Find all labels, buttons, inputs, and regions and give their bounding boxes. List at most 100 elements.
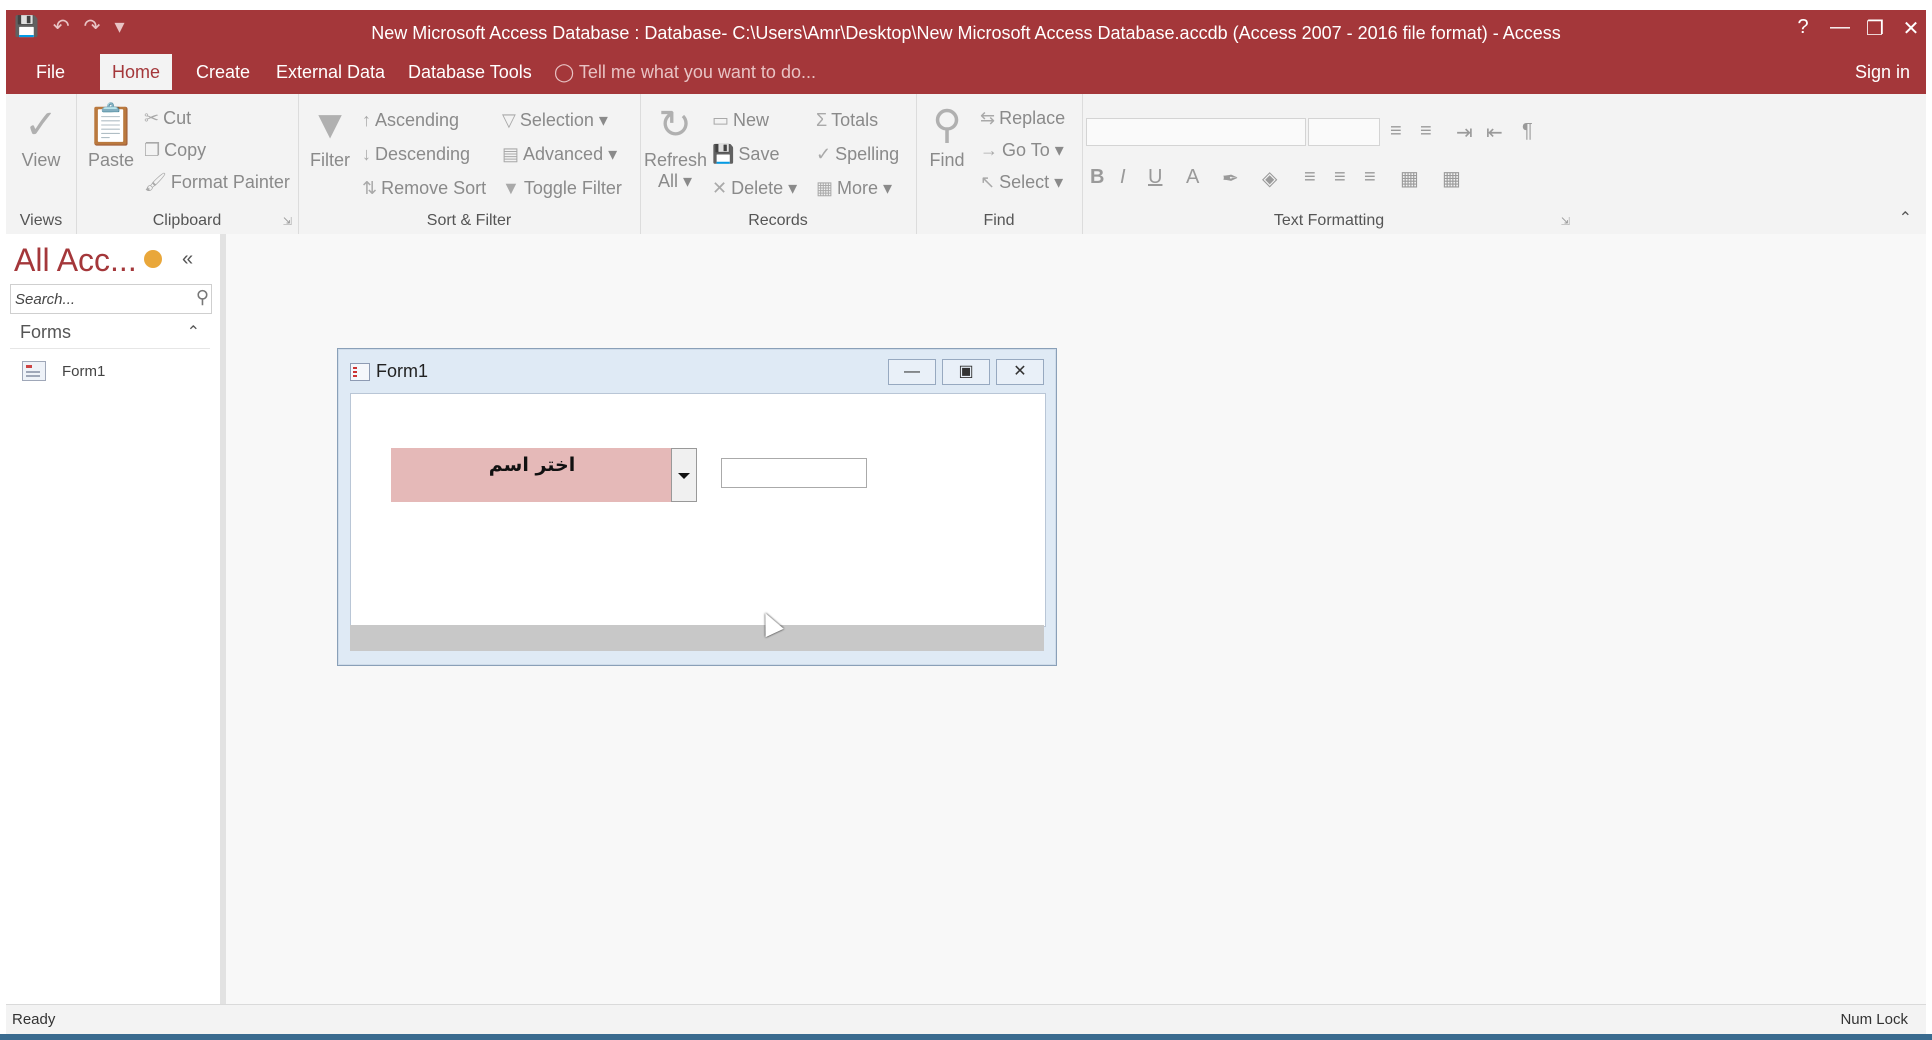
new-record-icon: ▭: [712, 110, 730, 130]
find-button[interactable]: ⚲ Find: [922, 100, 972, 171]
form-close-icon[interactable]: ✕: [996, 359, 1044, 385]
paragraph-direction-icon[interactable]: ¶: [1522, 120, 1533, 143]
forms-section-header[interactable]: Forms ⌃: [10, 318, 210, 349]
filter-button[interactable]: ▼ Filter: [304, 100, 356, 171]
sign-in-link[interactable]: Sign in: [1855, 54, 1910, 90]
lightbulb-icon: ◯: [554, 62, 575, 82]
gridlines-icon[interactable]: ▦: [1442, 166, 1461, 191]
font-color-icon[interactable]: A: [1186, 166, 1199, 189]
help-button[interactable]: ?: [1794, 16, 1812, 41]
group-views: ✓ View Views: [6, 94, 77, 234]
filter-icon: ▼: [310, 103, 350, 147]
align-center-icon[interactable]: ≡: [1334, 166, 1346, 189]
nav-item-form1[interactable]: Form1: [22, 358, 105, 384]
window-title: New Microsoft Access Database : Database…: [371, 23, 1561, 43]
bullets-icon[interactable]: ≡: [1390, 120, 1402, 143]
group-label-sort-filter: Sort & Filter: [426, 212, 512, 229]
select-button[interactable]: ↖ Select ▾: [980, 172, 1063, 193]
collapse-ribbon-icon[interactable]: ⌃: [1899, 208, 1912, 228]
font-size-combo[interactable]: [1308, 118, 1380, 146]
close-icon[interactable]: ✕: [1902, 16, 1920, 41]
group-find: ⚲ Find ⇆ Replace → Go To ▾ ↖ Select ▾ Find: [916, 94, 1083, 234]
align-right-icon[interactable]: ≡: [1364, 166, 1376, 189]
search-input[interactable]: [13, 285, 185, 313]
tell-me-box[interactable]: ◯ Tell me what you want to do...: [554, 54, 816, 90]
tab-home[interactable]: Home: [100, 54, 173, 90]
fill-color-icon[interactable]: ◈: [1262, 166, 1277, 191]
selection-button[interactable]: ▽ Selection ▾: [502, 110, 608, 131]
highlight-icon[interactable]: ✒: [1222, 166, 1239, 191]
result-textbox[interactable]: [721, 458, 867, 488]
new-record-button[interactable]: ▭ New: [712, 110, 769, 131]
paste-icon: 📋: [86, 103, 136, 147]
minimize-icon[interactable]: —: [1830, 16, 1850, 41]
search-icon[interactable]: ⚲: [196, 287, 209, 308]
remove-sort-icon: ⇅: [362, 178, 378, 198]
form-window-controls: — ▣ ✕: [888, 359, 1044, 385]
increase-indent-icon[interactable]: ⇥: [1456, 120, 1473, 145]
combo-value[interactable]: اختر اسم: [391, 448, 673, 502]
dropdown-arrow-icon[interactable]: [671, 448, 697, 502]
tab-database-tools[interactable]: Database Tools: [396, 54, 544, 90]
format-painter-button[interactable]: 🖌 Format Painter: [144, 172, 290, 193]
more-button[interactable]: ▦ More ▾: [816, 178, 892, 199]
decrease-indent-icon[interactable]: ⇤: [1486, 120, 1503, 145]
forms-section-label: Forms: [20, 322, 71, 342]
goto-button[interactable]: → Go To ▾: [980, 140, 1064, 161]
collapse-nav-icon[interactable]: «: [182, 248, 193, 271]
advanced-button[interactable]: ▤ Advanced ▾: [502, 144, 617, 165]
copy-button[interactable]: ❐ Copy: [144, 140, 206, 161]
descending-button[interactable]: ↓ Descending: [362, 144, 470, 165]
toggle-filter-button[interactable]: ▼ Toggle Filter: [502, 178, 622, 199]
text-formatting-launcher-icon[interactable]: ⇲: [1561, 215, 1570, 228]
save-record-button[interactable]: 💾 Save: [712, 144, 779, 165]
navigation-pane: All Acc... « ⚲ Forms ⌃ Form1: [6, 234, 226, 1004]
bold-icon[interactable]: B: [1090, 166, 1104, 189]
form-window: Form1 — ▣ ✕ اختر اسم: [337, 348, 1057, 666]
window-controls: ? — ❐ ✕: [1794, 16, 1920, 41]
tab-create[interactable]: Create: [184, 54, 262, 90]
refresh-all-button[interactable]: ↻ Refresh All ▾: [644, 100, 707, 192]
underline-icon[interactable]: U: [1148, 166, 1162, 189]
name-combo-box[interactable]: اختر اسم: [391, 448, 697, 502]
tab-external-data[interactable]: External Data: [264, 54, 397, 90]
tab-file[interactable]: File: [24, 54, 77, 90]
group-label-text-formatting: Text Formatting: [1273, 212, 1385, 229]
clipboard-launcher-icon[interactable]: ⇲: [283, 215, 292, 228]
ribbon-tabs: File Home Create External Data Database …: [6, 50, 1926, 94]
replace-button[interactable]: ⇆ Replace: [980, 108, 1065, 129]
form-window-title: Form1: [376, 361, 429, 381]
nav-item-label: Form1: [62, 362, 106, 380]
nav-menu-icon[interactable]: [144, 250, 162, 268]
paste-button[interactable]: 📋 Paste: [84, 100, 138, 171]
status-ready: Ready: [12, 1011, 56, 1028]
form-minimize-icon[interactable]: —: [888, 359, 936, 385]
sort-ascending-icon: ↑: [362, 110, 371, 130]
align-left-icon[interactable]: ≡: [1304, 166, 1316, 189]
ascending-button[interactable]: ↑ Ascending: [362, 110, 459, 131]
view-button[interactable]: ✓ View: [12, 100, 70, 171]
status-num-lock: Num Lock: [1840, 1011, 1908, 1028]
numbering-icon[interactable]: ≡: [1420, 120, 1432, 143]
remove-sort-button[interactable]: ⇅ Remove Sort: [362, 178, 486, 199]
italic-icon[interactable]: I: [1120, 166, 1126, 189]
nav-search: ⚲: [10, 284, 212, 314]
chevron-up-icon: ⌃: [186, 324, 200, 341]
replace-icon: ⇆: [980, 108, 996, 128]
form-maximize-icon[interactable]: ▣: [942, 359, 990, 385]
ribbon: ✓ View Views 📋 Paste ✂ Cut ❐ Copy 🖌 Format …: [6, 94, 1926, 235]
cut-button[interactable]: ✂ Cut: [144, 108, 191, 129]
status-bar: Ready Num Lock: [6, 1004, 1926, 1034]
delete-record-button[interactable]: ✕ Delete ▾: [712, 178, 797, 199]
alternate-row-color-icon[interactable]: ▦: [1400, 166, 1419, 191]
form-icon: [22, 361, 46, 381]
restore-icon[interactable]: ❐: [1866, 16, 1884, 41]
refresh-icon: ↻: [658, 103, 692, 147]
view-icon: ✓: [24, 103, 58, 147]
nav-pane-title[interactable]: All Acc...: [14, 242, 137, 279]
font-name-combo[interactable]: [1086, 118, 1306, 146]
copy-icon: ❐: [144, 140, 161, 160]
cut-icon: ✂: [144, 108, 160, 128]
spelling-button[interactable]: ✓ Spelling: [816, 144, 899, 165]
totals-button[interactable]: Σ Totals: [816, 110, 878, 131]
